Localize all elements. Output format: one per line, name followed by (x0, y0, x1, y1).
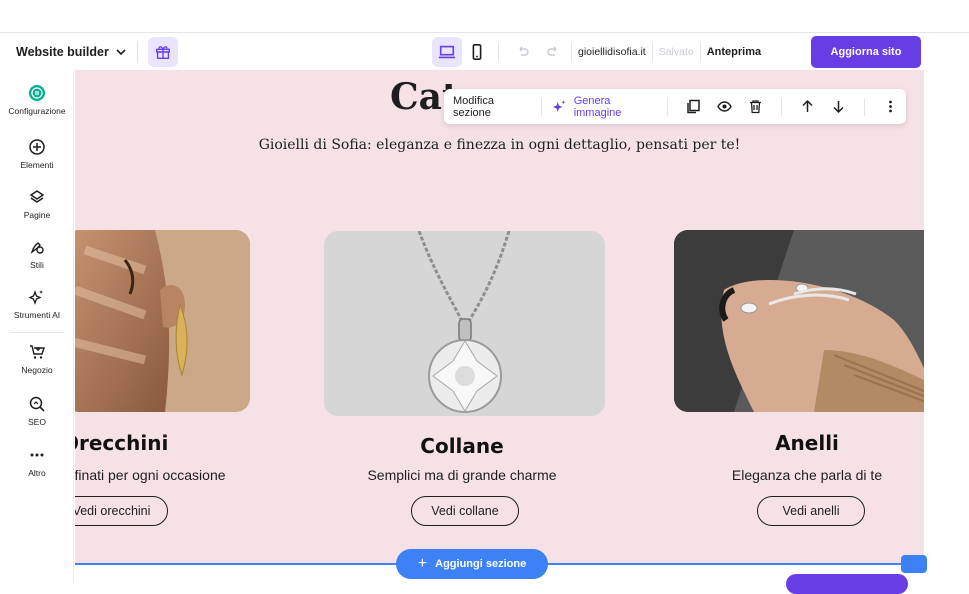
sidebar-item-label: SEO (28, 417, 46, 427)
divider (699, 43, 701, 61)
divider (541, 97, 543, 116)
add-section-button[interactable]: + Aggiungi sezione (396, 549, 548, 579)
card-title-anelli[interactable]: Anelli (747, 431, 867, 455)
duplicate-button[interactable] (682, 95, 705, 119)
brush-icon (30, 242, 44, 254)
rings-photo (674, 230, 924, 412)
card-title-orecchini[interactable]: Orecchini (75, 431, 182, 455)
add-section-label: Aggiungi sezione (435, 558, 527, 570)
delete-button[interactable] (744, 95, 767, 119)
card-desc-orecchini[interactable]: Raffinati per ogni occasione (75, 467, 243, 483)
sidebar-item-label: Strumenti AI (13, 310, 61, 320)
preview-button[interactable]: Anteprima (707, 46, 761, 58)
sidebar-item-elementi[interactable]: Elementi (0, 138, 74, 170)
left-sidebar: Configurazione Elementi Pagine Stili Str… (0, 70, 74, 583)
sidebar-item-configurazione[interactable]: Configurazione (0, 84, 74, 116)
sidebar-item-label: Pagine (23, 210, 51, 220)
earrings-photo (75, 230, 250, 412)
top-bar: Website builder gioiellidisofia.it Salva… (0, 32, 969, 70)
card-desc-anelli[interactable]: Eleganza che parla di te (712, 467, 902, 483)
sidebar-item-label: Elementi (20, 160, 54, 170)
redo-button[interactable] (541, 40, 565, 64)
sidebar-item-label: Stili (30, 260, 44, 270)
arrow-down-icon (833, 101, 844, 114)
generate-image-label: Genera immagine (573, 94, 622, 119)
see-rings-button[interactable]: Vedi anelli (757, 496, 865, 526)
divider (651, 43, 653, 61)
chevron-down-icon (116, 48, 126, 55)
card-desc-collane[interactable]: Semplici ma di grande charme (347, 467, 577, 483)
necklace-image[interactable] (324, 231, 605, 416)
section-resize-handle[interactable] (901, 555, 927, 573)
layers-icon (29, 190, 45, 203)
update-site-button[interactable]: Aggiorna sito (811, 36, 921, 68)
editor-tools: gioiellidisofia.it Salvato Anteprima (432, 36, 772, 68)
arrow-up-icon (802, 99, 813, 112)
necklace-photo (324, 231, 605, 416)
divider (781, 97, 783, 116)
redo-icon (547, 46, 557, 56)
sidebar-item-stili[interactable]: Stili (0, 238, 74, 270)
edit-section-button[interactable]: Modifica sezione (453, 95, 531, 119)
sidebar-item-strumenti-ai[interactable]: Strumenti AI (0, 288, 74, 320)
undo-button[interactable] (511, 40, 535, 64)
section-toolbar: Modifica sezione Genera immagine (444, 89, 906, 124)
divider (667, 97, 669, 116)
divider (864, 97, 865, 116)
sidebar-item-pagine[interactable]: Pagine (0, 188, 74, 220)
divider (136, 40, 138, 63)
cart-icon (30, 345, 45, 359)
sidebar-item-label: Negozio (21, 365, 53, 375)
sidebar-item-label: Configurazione (8, 106, 66, 116)
settings-icon (29, 85, 45, 101)
mobile-icon (472, 43, 482, 61)
website-builder-menu[interactable]: Website builder (16, 45, 127, 59)
brand-label: Website builder (16, 44, 109, 59)
sidebar-item-label: Altro (28, 468, 46, 478)
generate-image-button[interactable]: Genera immagine (552, 95, 657, 119)
sidebar-divider (10, 332, 64, 333)
visibility-button[interactable] (713, 95, 736, 119)
save-status: Salvato (658, 46, 694, 58)
move-up-button[interactable] (796, 95, 819, 119)
sidebar-item-seo[interactable]: SEO (0, 395, 74, 427)
earrings-image[interactable] (75, 230, 250, 412)
site-domain[interactable]: gioiellidisofia.it (578, 46, 646, 58)
plus-icon: + (417, 555, 428, 572)
more-vertical-icon (889, 100, 892, 113)
more-options-button[interactable] (879, 95, 902, 119)
divider (571, 43, 572, 61)
eye-icon (717, 101, 732, 112)
desktop-icon (438, 45, 456, 59)
rings-image[interactable] (674, 230, 924, 412)
sidebar-item-altro[interactable]: Altro (0, 446, 74, 478)
sparkle-icon (28, 290, 43, 305)
sparkle-icon (553, 99, 566, 112)
sidebar-item-negozio[interactable]: Negozio (0, 343, 74, 375)
divider (498, 43, 499, 61)
help-chat-button[interactable] (786, 574, 908, 594)
see-earrings-button[interactable]: Vedi orecchini (75, 496, 168, 526)
mobile-view-button[interactable] (462, 37, 492, 67)
page-canvas[interactable]: Cat Gioielli di Sofia: eleganza e finezz… (75, 70, 924, 563)
plus-circle-icon (29, 139, 45, 155)
right-gutter (924, 70, 969, 583)
more-icon (30, 453, 44, 457)
move-down-button[interactable] (827, 95, 850, 119)
seo-icon (29, 396, 45, 412)
section-subtitle[interactable]: Gioielli di Sofia: eleganza e finezza in… (75, 137, 924, 153)
card-title-collane[interactable]: Collane (387, 434, 537, 458)
gift-icon (155, 45, 170, 59)
undo-icon (519, 46, 529, 56)
duplicate-icon (687, 99, 700, 114)
trash-icon (750, 100, 762, 114)
gift-button[interactable] (147, 36, 178, 67)
desktop-view-button[interactable] (432, 37, 462, 67)
see-necklaces-button[interactable]: Vedi collane (411, 496, 519, 526)
